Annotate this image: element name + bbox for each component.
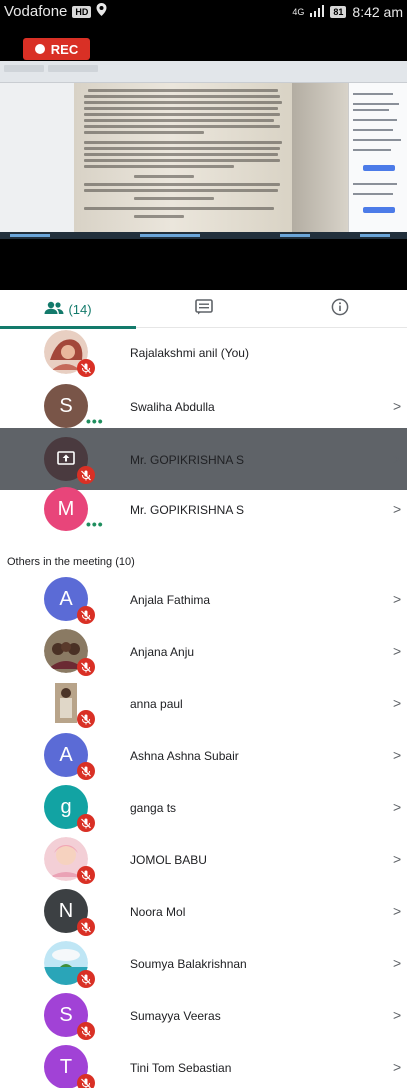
info-icon xyxy=(331,298,349,321)
participant-name: Tini Tom Sebastian xyxy=(130,1061,232,1075)
shared-taskbar xyxy=(0,232,407,239)
clock: 8:42 am xyxy=(352,4,403,20)
speaking-indicator: ••• xyxy=(86,516,104,532)
chevron-right-icon[interactable]: > xyxy=(393,955,401,971)
participant-name: Sumayya Veeras xyxy=(130,1009,221,1023)
signal-icon xyxy=(310,4,325,20)
chevron-right-icon[interactable]: > xyxy=(393,747,401,763)
chevron-right-icon[interactable]: > xyxy=(393,851,401,867)
avatar-initial: A xyxy=(59,743,73,766)
participant-name: Ashna Ashna Subair xyxy=(130,749,239,763)
participant-name: Swaliha Abdulla xyxy=(130,400,215,414)
shared-document xyxy=(74,83,292,233)
people-icon xyxy=(44,301,64,318)
location-icon xyxy=(96,3,107,20)
participant-row[interactable]: M ••• Mr. GOPIKRISHNA S > xyxy=(0,478,407,540)
participant-name: anna paul xyxy=(130,697,183,711)
mic-off-icon xyxy=(77,1074,95,1088)
speaking-indicator: ••• xyxy=(86,413,104,429)
carrier-name: Vodafone xyxy=(4,3,68,20)
signal-label: 4G xyxy=(292,7,305,17)
avatar-initial: g xyxy=(60,795,72,818)
participant-name: Rajalakshmi anil (You) xyxy=(130,346,249,360)
avatar-initial: S xyxy=(59,394,73,417)
participant-name: ganga ts xyxy=(130,801,177,815)
participant-name: Anjana Anju xyxy=(130,645,195,659)
chevron-right-icon[interactable]: > xyxy=(393,591,401,607)
present-screen-icon xyxy=(57,448,75,471)
chevron-right-icon[interactable]: > xyxy=(393,643,401,659)
chevron-right-icon[interactable]: > xyxy=(393,695,401,711)
browser-tab xyxy=(48,65,98,72)
participant-name: JOMOL BABU xyxy=(130,853,207,867)
avatar: S xyxy=(44,384,88,428)
hd-badge: HD xyxy=(72,5,92,18)
chevron-right-icon[interactable]: > xyxy=(393,398,401,414)
avatar-initial: N xyxy=(58,899,74,922)
people-count: (14) xyxy=(68,301,92,317)
meeting-stage: Vodafone HD 4G 81 8:42 am REC xyxy=(0,0,407,290)
chevron-right-icon[interactable]: > xyxy=(393,501,401,517)
avatar: M xyxy=(44,487,88,531)
chevron-right-icon[interactable]: > xyxy=(393,903,401,919)
participant-name: Anjala Fathima xyxy=(130,593,211,607)
avatar-initial: A xyxy=(59,587,73,610)
battery-level: 81 xyxy=(330,6,347,18)
avatar-initial: M xyxy=(57,497,75,520)
participant-row[interactable]: Rajalakshmi anil (You) xyxy=(0,321,407,383)
others-section-heading: Others in the meeting (10) xyxy=(7,556,135,568)
participant-name: Mr. GOPIKRISHNA S xyxy=(130,503,245,517)
chevron-right-icon[interactable]: > xyxy=(393,1059,401,1075)
recording-label: REC xyxy=(50,41,79,57)
status-bar: Vodafone HD 4G 81 8:42 am xyxy=(0,0,407,26)
document-page-edge xyxy=(292,83,348,233)
participant-name: Noora Mol xyxy=(130,905,186,919)
participant-name: Soumya Balakrishnan xyxy=(130,957,247,971)
shared-screen[interactable] xyxy=(0,61,407,239)
record-dot-icon xyxy=(34,44,45,54)
avatar-initial: S xyxy=(59,1003,73,1026)
chevron-right-icon[interactable]: > xyxy=(393,451,401,467)
chat-icon xyxy=(195,298,213,320)
browser-tab xyxy=(4,65,44,72)
chevron-right-icon[interactable]: > xyxy=(393,799,401,815)
recording-badge: REC xyxy=(23,38,90,60)
shared-side-panel xyxy=(348,83,407,233)
avatar-initial: T xyxy=(59,1055,73,1078)
participant-name: Mr. GOPIKRISHNA S xyxy=(130,453,245,467)
participant-row[interactable]: T Tini Tom Sebastian > xyxy=(0,1036,407,1088)
chevron-right-icon[interactable]: > xyxy=(393,1007,401,1023)
